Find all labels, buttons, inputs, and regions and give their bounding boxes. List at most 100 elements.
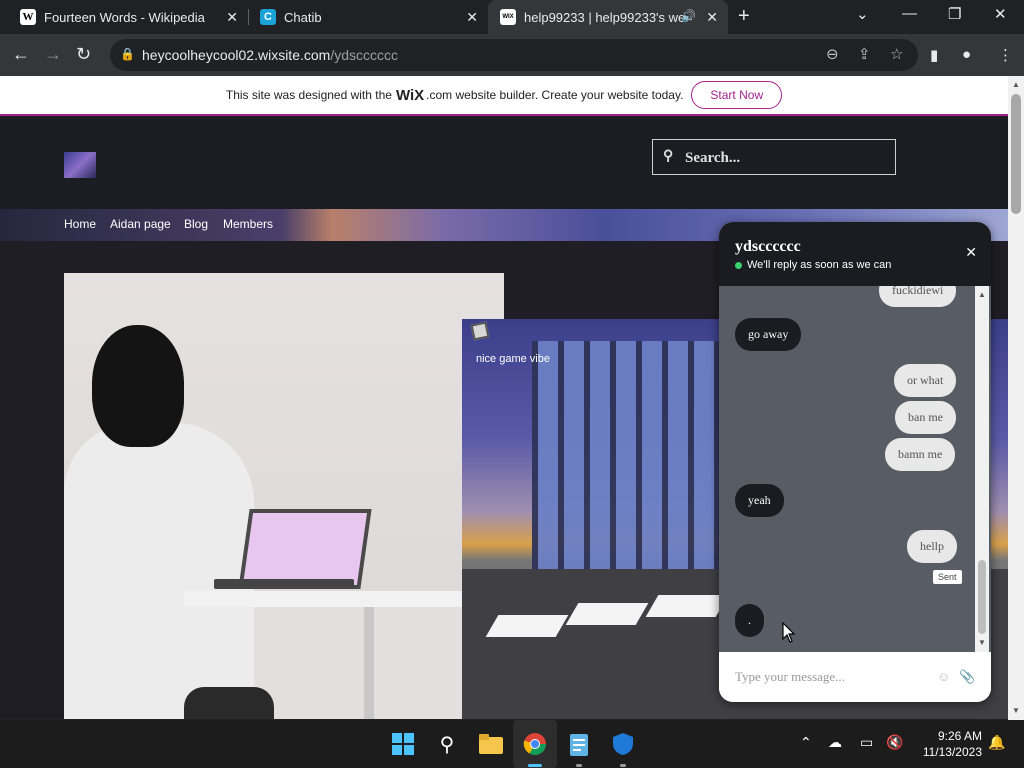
message-outgoing: ban me xyxy=(895,401,956,434)
tab-chatib[interactable]: C Chatib ✕ xyxy=(248,0,488,34)
wikipedia-favicon-icon: W xyxy=(20,9,36,25)
close-chat-icon[interactable]: ✕ xyxy=(965,244,977,261)
restore-icon[interactable]: ❐ xyxy=(948,5,961,23)
notification-bell-icon[interactable]: 🔔 xyxy=(988,734,1005,751)
profile-icon[interactable]: ● xyxy=(962,46,971,63)
browser-toolbar: ← → ↻ 🔒 heycoolheycool02.wixsite.com/yds… xyxy=(0,34,1024,76)
mouse-cursor-icon xyxy=(782,622,796,643)
url-host: heycoolheycool02.wixsite.com xyxy=(142,47,331,63)
gallery-caption: nice game vibe xyxy=(476,353,550,365)
page-scroll-thumb[interactable] xyxy=(1011,94,1021,214)
back-arrow-icon[interactable]: ← xyxy=(12,44,30,65)
onedrive-icon[interactable]: ☁ xyxy=(828,734,842,751)
message-outgoing: or what xyxy=(894,364,957,397)
person-hoodie xyxy=(64,423,254,719)
windows-security-icon[interactable] xyxy=(608,729,638,759)
notepad-running-indicator xyxy=(576,764,582,767)
tab-strip: W Fourteen Words - Wikipedia ✕ C Chatib … xyxy=(0,0,1024,34)
scroll-up-arrow-icon[interactable]: ▲ xyxy=(1012,80,1020,89)
roblox-icon xyxy=(470,321,490,341)
tab-title: Fourteen Words - Wikipedia xyxy=(44,9,205,25)
online-dot-icon xyxy=(735,261,742,269)
crosswalk-stripe xyxy=(485,615,569,637)
side-panel-icon[interactable]: ▮ xyxy=(930,46,938,64)
show-hidden-icons-chevron-icon[interactable]: ⌃ xyxy=(800,734,812,751)
laptop-screen xyxy=(238,509,372,589)
chat-input-area: ☺ 📎 xyxy=(719,652,991,702)
reload-icon[interactable]: ↻ xyxy=(76,44,91,65)
banner-text-before: This site was designed with the xyxy=(225,88,392,102)
menu-kebab-icon[interactable]: ⋮ xyxy=(998,46,1013,64)
attachment-icon[interactable]: 📎 xyxy=(959,669,975,685)
forward-arrow-icon[interactable]: → xyxy=(44,44,62,65)
nav-members[interactable]: Members xyxy=(223,217,273,231)
search-label: Search... xyxy=(685,150,741,166)
url-path: /ydscccccc xyxy=(330,47,399,63)
chat-title: ydscccccc xyxy=(735,238,801,255)
close-tab-icon[interactable]: ✕ xyxy=(226,9,238,26)
page-scrollbar[interactable]: ▲ ▼ xyxy=(1008,76,1024,720)
lock-icon[interactable]: 🔒 xyxy=(120,47,135,61)
wix-logo: WiX xyxy=(395,86,425,104)
desk-leg xyxy=(364,607,374,719)
speaker-audio-icon[interactable]: 🔊 xyxy=(681,9,696,23)
site-logo[interactable] xyxy=(64,152,96,178)
start-windows-icon[interactable] xyxy=(388,729,418,759)
tab-wikipedia[interactable]: W Fourteen Words - Wikipedia ✕ xyxy=(8,0,248,34)
close-tab-icon[interactable]: ✕ xyxy=(706,9,718,26)
scroll-down-arrow-icon[interactable]: ▼ xyxy=(1012,706,1020,715)
minimize-icon[interactable]: — xyxy=(902,5,917,22)
system-clock[interactable]: 9:26 AM 11/13/2023 xyxy=(912,728,982,760)
tab-title: help99233 | help99233's wel xyxy=(524,9,689,25)
message-incoming: yeah xyxy=(735,484,784,517)
tab-search-chevron-icon[interactable]: ⌄ xyxy=(856,5,869,23)
message-input[interactable] xyxy=(735,666,925,688)
new-tab-button[interactable]: + xyxy=(738,5,750,28)
address-bar[interactable]: 🔒 heycoolheycool02.wixsite.com/ydscccccc… xyxy=(110,39,918,71)
message-incoming: go away xyxy=(735,318,802,351)
nav-blog[interactable]: Blog xyxy=(184,217,208,231)
chat-scroll-down-icon[interactable]: ▼ xyxy=(978,638,986,647)
crosswalk-stripe xyxy=(645,595,729,617)
chat-messages[interactable]: fuckidiewi go away or what ban me bamn m… xyxy=(719,286,991,652)
share-icon[interactable]: ⇪ xyxy=(858,45,871,63)
site-header: ⚲ Search... xyxy=(0,117,1008,209)
bag xyxy=(184,687,274,719)
chat-scroll-thumb[interactable] xyxy=(978,560,986,634)
chat-scroll-up-icon[interactable]: ▲ xyxy=(978,290,986,299)
chat-header: ydscccccc We'll reply as soon as we can … xyxy=(719,222,991,286)
search-icon[interactable]: ⚲ xyxy=(432,729,462,759)
chat-scrollbar[interactable]: ▲ ▼ xyxy=(975,286,989,652)
message-outgoing: bamn me xyxy=(885,438,956,471)
person-hair xyxy=(92,325,184,447)
banner-text-after: .com website builder. Create your websit… xyxy=(426,88,684,102)
volume-muted-icon[interactable]: 🔇 xyxy=(886,734,903,751)
message-outgoing: hellp xyxy=(907,530,957,563)
start-now-button[interactable]: Start Now xyxy=(691,81,783,109)
notepad-icon[interactable] xyxy=(564,729,594,759)
laptop-photo xyxy=(64,273,504,719)
file-explorer-icon[interactable] xyxy=(476,729,506,759)
chat-status: We'll reply as soon as we can xyxy=(735,259,891,271)
message-outgoing: fuckidiewi xyxy=(879,286,957,307)
nav-home[interactable]: Home xyxy=(64,217,96,231)
close-tab-icon[interactable]: ✕ xyxy=(466,9,478,26)
network-icon[interactable]: ▭ xyxy=(860,734,873,751)
tab-title: Chatib xyxy=(284,9,322,25)
chat-widget: ydscccccc We'll reply as soon as we can … xyxy=(719,222,991,702)
close-window-icon[interactable]: ✕ xyxy=(994,5,1007,23)
wix-promo-banner: This site was designed with the WiX .com… xyxy=(0,76,1008,116)
zoom-icon[interactable]: ⊖ xyxy=(826,45,839,63)
desk xyxy=(184,591,504,607)
chrome-icon[interactable] xyxy=(520,729,550,759)
emoji-icon[interactable]: ☺ xyxy=(937,669,950,684)
url-text[interactable]: heycoolheycool02.wixsite.com/ydscccccc xyxy=(142,47,398,63)
wix-favicon-icon: WIX xyxy=(500,9,516,25)
chatib-favicon-icon: C xyxy=(260,9,276,25)
chat-status-text: We'll reply as soon as we can xyxy=(747,259,892,271)
tab-wix-site[interactable]: WIX help99233 | help99233's wel 🔊 ✕ xyxy=(488,0,728,34)
chrome-active-indicator xyxy=(528,764,542,767)
nav-aidan-page[interactable]: Aidan page xyxy=(110,217,171,231)
site-search-box[interactable]: ⚲ Search... xyxy=(652,139,896,175)
bookmark-star-icon[interactable]: ☆ xyxy=(890,45,903,63)
